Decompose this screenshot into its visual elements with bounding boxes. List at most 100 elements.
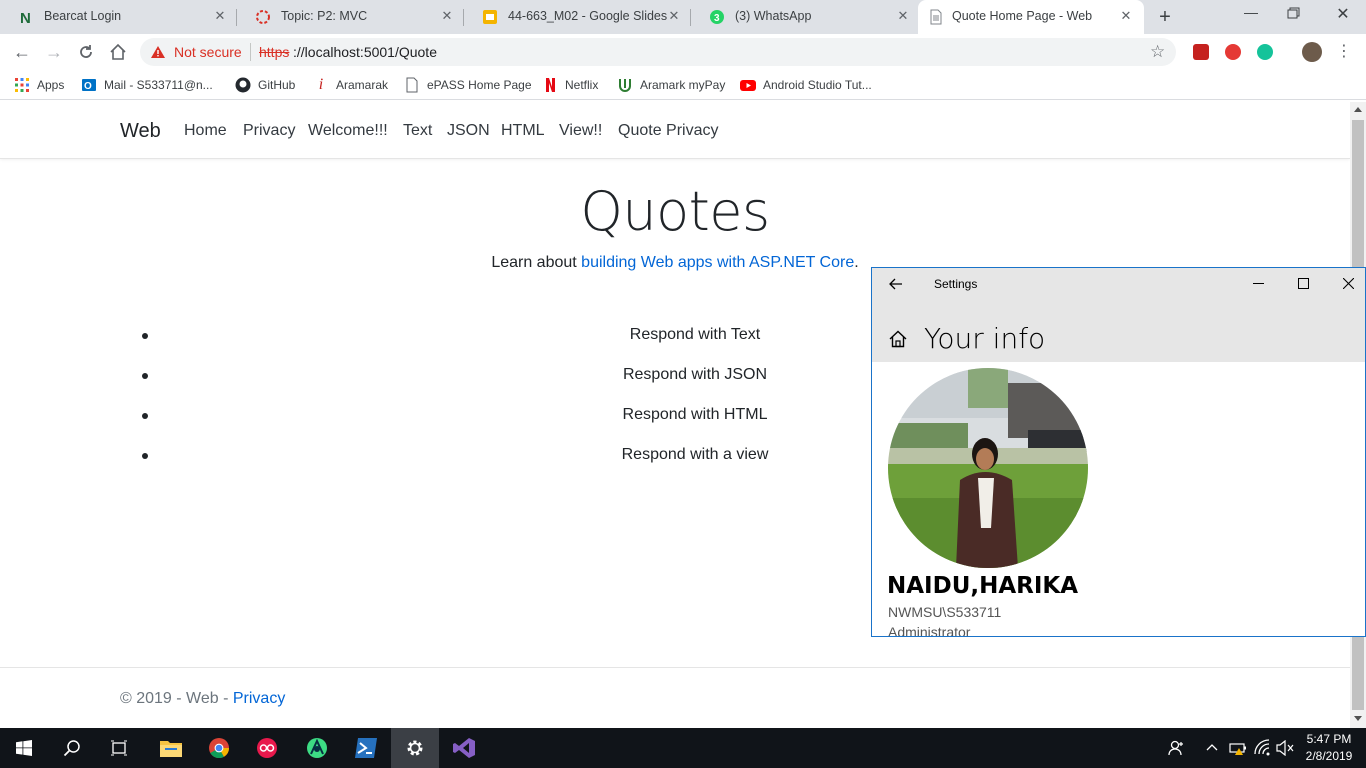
taskbar-file-explorer[interactable] — [147, 728, 195, 768]
address-separator — [250, 43, 251, 61]
nav-link-privacy[interactable]: Privacy — [243, 122, 295, 140]
user-account: NWMSU\S533711 — [888, 604, 1002, 620]
close-tab-icon[interactable]: ✕ — [212, 8, 228, 24]
battery-warning-icon[interactable] — [1229, 740, 1247, 756]
bookmark-apps[interactable]: Apps — [14, 76, 64, 94]
your-info-heading: Your info — [924, 322, 1046, 355]
taskbar-app[interactable] — [243, 728, 291, 768]
nav-link-welcome[interactable]: Welcome!!! — [308, 122, 388, 140]
windows-start-icon[interactable] — [16, 740, 32, 756]
bookmark-label: ePASS Home Page — [427, 78, 532, 92]
forward-arrow-icon[interactable]: → — [42, 40, 66, 64]
volume-muted-icon[interactable] — [1276, 740, 1294, 756]
maximize-window-icon[interactable] — [1298, 278, 1309, 289]
nav-link-text[interactable]: Text — [403, 122, 432, 140]
people-icon[interactable] — [1168, 739, 1186, 757]
menu-kebab-icon[interactable]: ⋮ — [1336, 40, 1352, 64]
taskbar-powershell[interactable] — [342, 728, 390, 768]
bookmark-aramarak[interactable]: i Aramarak — [313, 76, 388, 94]
bookmark-android-studio[interactable]: Android Studio Tut... — [740, 76, 872, 94]
bookmark-star-icon[interactable]: ☆ — [1150, 42, 1165, 62]
page-icon — [406, 77, 418, 93]
wifi-icon[interactable] — [1253, 739, 1271, 757]
bookmark-mail[interactable]: O Mail - S533711@n... — [81, 76, 213, 94]
bookmark-netflix[interactable]: Netflix — [542, 76, 598, 94]
close-tab-icon[interactable]: ✕ — [1118, 8, 1134, 24]
nav-link-json[interactable]: JSON — [447, 122, 490, 140]
outlook-icon: O — [82, 79, 96, 92]
settings-window-title: Settings — [934, 277, 978, 291]
extension-icon[interactable] — [1225, 44, 1241, 60]
tab-google-slides[interactable]: 44-663_M02 - Google Slides ✕ — [464, 0, 690, 34]
profile-avatar[interactable] — [1302, 42, 1322, 62]
bookmark-label: Apps — [37, 78, 65, 92]
minimize-window-icon[interactable]: — — [1240, 4, 1262, 26]
user-name: NAIDU,HARIKA — [887, 573, 1079, 599]
scroll-up-arrow-icon[interactable] — [1354, 107, 1362, 112]
bookmark-epass[interactable]: ePASS Home Page — [404, 76, 532, 94]
tab-title: 44-663_M02 - Google Slides — [508, 9, 668, 23]
close-tab-icon[interactable]: ✕ — [895, 8, 911, 24]
gear-icon — [407, 740, 423, 756]
task-view-icon[interactable] — [110, 740, 128, 756]
home-icon[interactable] — [889, 330, 907, 348]
chevron-up-icon[interactable] — [1206, 743, 1218, 751]
browser-tab-strip: N Bearcat Login ✕ Topic: P2: MVC ✕ 44-66… — [0, 0, 1366, 34]
footer-privacy-link[interactable]: Privacy — [233, 690, 285, 707]
tab-title: Quote Home Page - Web — [952, 9, 1093, 23]
minimize-window-icon[interactable] — [1253, 283, 1264, 284]
back-arrow-icon[interactable] — [889, 277, 903, 291]
taskbar-chrome[interactable] — [195, 728, 243, 768]
bookmark-aramark-mypay[interactable]: Aramark myPay — [617, 76, 725, 94]
extension-icon[interactable] — [1193, 44, 1209, 60]
search-icon[interactable] — [63, 739, 81, 757]
tab-topic-mvc[interactable]: Topic: P2: MVC ✕ — [237, 0, 463, 34]
grammarly-icon[interactable] — [1257, 44, 1273, 60]
nav-link-view[interactable]: View!! — [559, 122, 602, 140]
url-scheme: https — [259, 44, 290, 60]
taskbar-android-studio[interactable] — [293, 728, 341, 768]
taskbar-settings[interactable] — [391, 728, 439, 768]
close-tab-icon[interactable]: ✕ — [666, 8, 682, 24]
svg-text:O: O — [84, 81, 92, 92]
browser-toolbar: ← → Not secure https ://localhost:5001/Q… — [0, 34, 1366, 70]
aspnet-core-link[interactable]: building Web apps with ASP.NET Core — [581, 254, 854, 271]
back-arrow-icon[interactable]: ← — [10, 40, 34, 64]
url-text: ://localhost:5001/Quote — [293, 44, 437, 60]
tab-quote-home-page[interactable]: Quote Home Page - Web ✕ — [918, 0, 1144, 34]
user-avatar — [888, 368, 1088, 568]
svg-text:N: N — [20, 10, 31, 25]
clock-date: 2/8/2019 — [1305, 749, 1353, 763]
scroll-down-arrow-icon[interactable] — [1354, 716, 1362, 721]
bookmark-github[interactable]: GitHub — [235, 76, 295, 94]
tab-whatsapp[interactable]: 3 (3) WhatsApp ✕ — [691, 0, 917, 34]
tab-bearcat-login[interactable]: N Bearcat Login ✕ — [0, 0, 236, 34]
taskbar-visual-studio[interactable] — [440, 728, 488, 768]
nav-link-quote-privacy[interactable]: Quote Privacy — [618, 122, 718, 140]
close-window-icon[interactable]: ✕ — [1334, 4, 1352, 23]
new-tab-button[interactable]: + — [1154, 6, 1176, 28]
learn-prefix: Learn about — [491, 254, 582, 271]
nav-link-html[interactable]: HTML — [501, 122, 545, 140]
powershell-icon — [355, 738, 377, 758]
apps-grid-icon — [15, 78, 29, 92]
bookmark-label: Android Studio Tut... — [763, 78, 872, 92]
footer-copyright: © 2019 - Web - — [120, 690, 233, 707]
security-status-label: Not secure — [174, 44, 242, 60]
address-bar[interactable]: Not secure https ://localhost:5001/Quote… — [140, 38, 1176, 66]
restore-window-icon[interactable] — [1287, 6, 1301, 19]
taskbar-clock[interactable]: 5:47 PM 2/8/2019 — [1300, 731, 1358, 765]
tab-title: Topic: P2: MVC — [281, 9, 368, 23]
close-window-icon[interactable] — [1343, 278, 1354, 289]
n-logo-icon: N — [20, 10, 31, 25]
nav-link-home[interactable]: Home — [184, 122, 227, 140]
reload-icon[interactable] — [74, 40, 98, 64]
settings-page-header: Your info — [872, 300, 1365, 362]
folder-icon — [160, 741, 182, 757]
tab-title: Bearcat Login — [44, 9, 122, 23]
site-brand[interactable]: Web — [120, 120, 161, 143]
close-tab-icon[interactable]: ✕ — [439, 8, 455, 24]
home-icon[interactable] — [106, 40, 130, 64]
bookmark-label: Netflix — [565, 78, 599, 92]
clock-time: 5:47 PM — [1306, 732, 1352, 746]
